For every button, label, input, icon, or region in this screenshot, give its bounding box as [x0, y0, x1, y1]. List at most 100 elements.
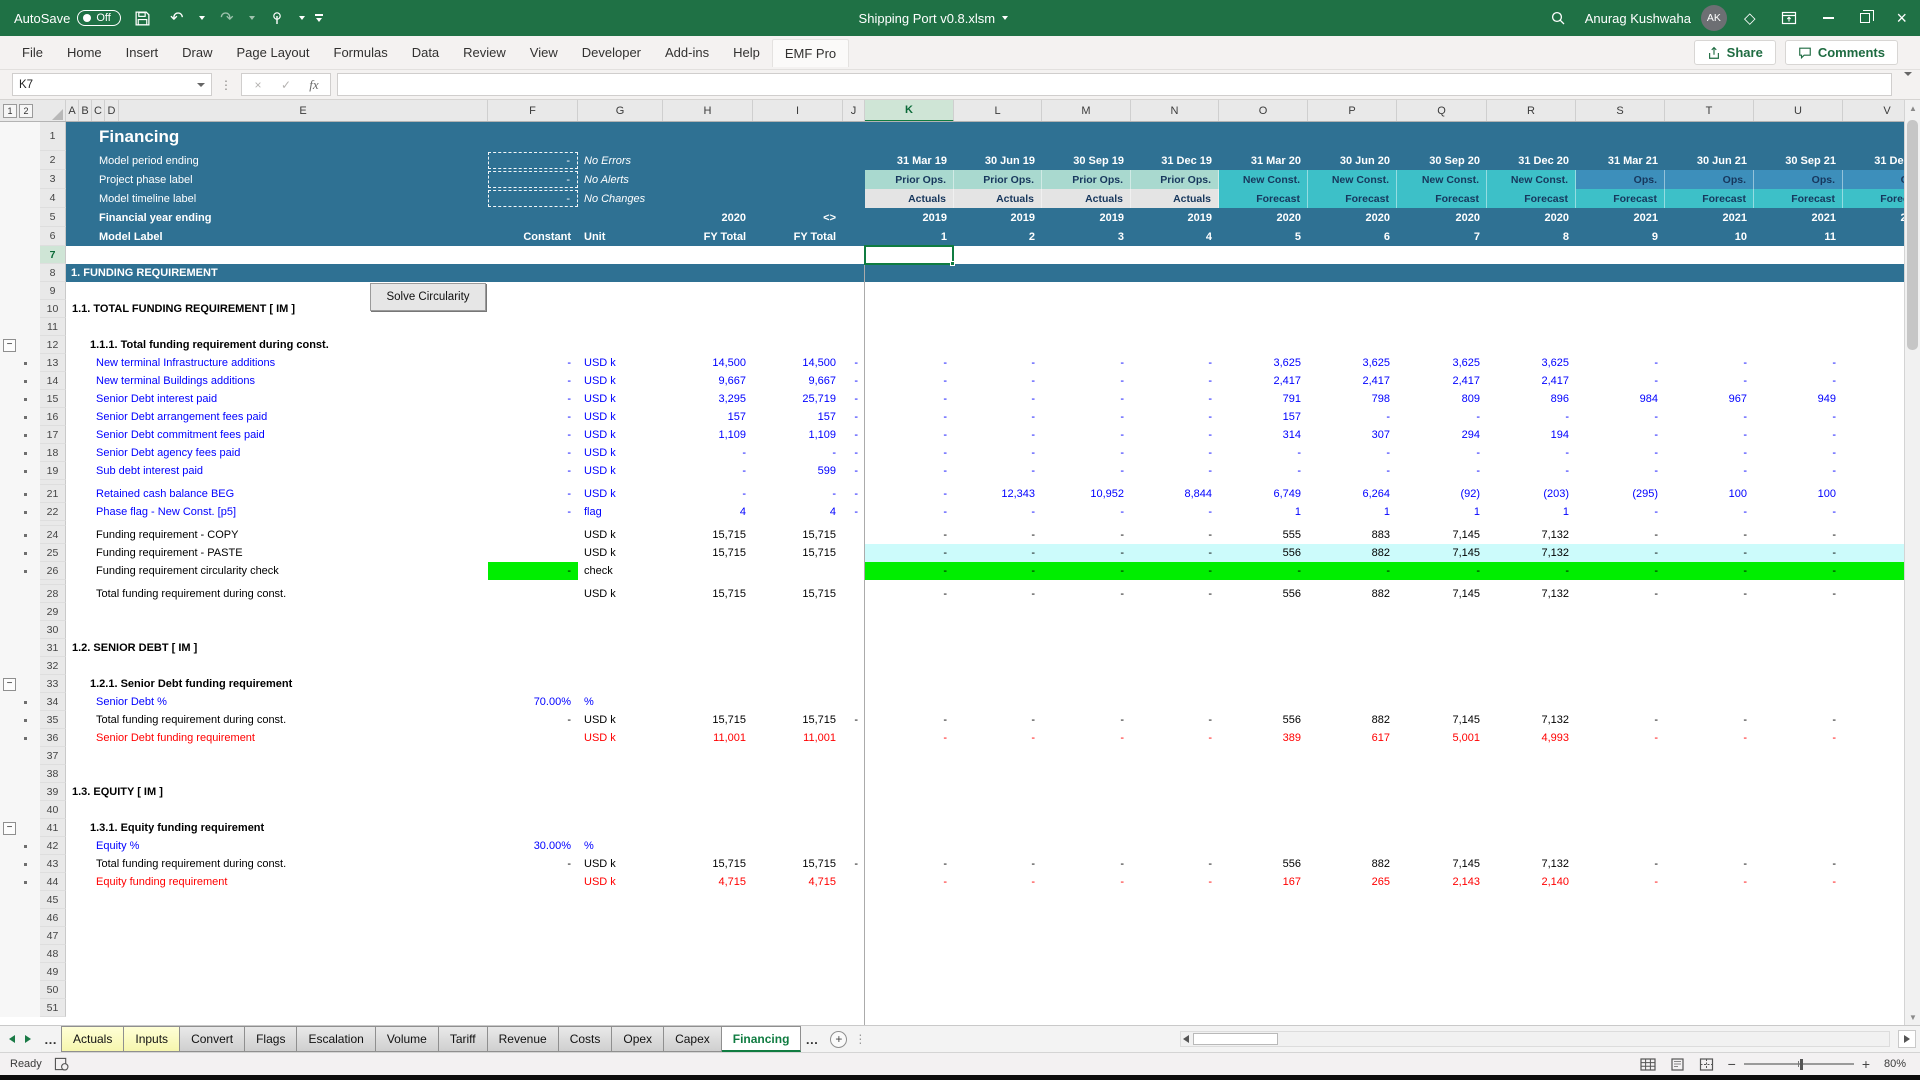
value-R15[interactable]: 896: [1487, 390, 1576, 408]
add-sheet-icon[interactable]: +: [830, 1031, 847, 1048]
row-header-31[interactable]: 31: [40, 639, 66, 657]
value-L15[interactable]: -: [954, 390, 1042, 408]
value-M17[interactable]: -: [1042, 426, 1131, 444]
value-S19[interactable]: -: [1576, 462, 1665, 480]
period-years-U[interactable]: 2021: [1754, 208, 1843, 227]
value-T15[interactable]: 967: [1665, 390, 1754, 408]
value-S15[interactable]: 984: [1576, 390, 1665, 408]
value-L36[interactable]: -: [954, 729, 1042, 747]
fy-total-2[interactable]: 15,715: [753, 855, 843, 873]
period-basis-T[interactable]: Forecast: [1665, 189, 1754, 208]
enter-check-icon[interactable]: ✓: [272, 78, 300, 92]
column-header-M[interactable]: M: [1042, 100, 1131, 122]
period-phase-S[interactable]: Ops.: [1576, 170, 1665, 189]
fill-handle[interactable]: [950, 261, 955, 266]
ribbon-tab-add-ins[interactable]: Add-ins: [653, 39, 721, 66]
fy-total-2[interactable]: 9,667: [753, 372, 843, 390]
column-header-P[interactable]: P: [1308, 100, 1397, 122]
ribbon-tab-home[interactable]: Home: [55, 39, 114, 66]
row-label[interactable]: New terminal Infrastructure additions: [66, 354, 488, 372]
collapse-group-button[interactable]: −: [3, 339, 16, 352]
row-label[interactable]: Senior Debt commitment fees paid: [66, 426, 488, 444]
period-years-T[interactable]: 2021: [1665, 208, 1754, 227]
selected-cell-K7[interactable]: [864, 245, 954, 265]
value-P19[interactable]: -: [1308, 462, 1397, 480]
cell-F26[interactable]: -: [488, 562, 578, 580]
fy-total-header[interactable]: FY Total: [663, 227, 753, 246]
cell-J21[interactable]: -: [843, 485, 865, 503]
column-header-J[interactable]: J: [843, 100, 865, 122]
value-L26[interactable]: -: [954, 562, 1042, 580]
period-dates-L[interactable]: 30 Jun 19: [954, 151, 1042, 170]
row-header-39[interactable]: 39: [40, 783, 66, 801]
period-periods-L[interactable]: 2: [954, 227, 1042, 246]
row-header-49[interactable]: 49: [40, 963, 66, 981]
unit-cell[interactable]: check: [578, 562, 663, 580]
value-Q44[interactable]: 2,143: [1397, 873, 1487, 891]
value-K17[interactable]: -: [865, 426, 954, 444]
value-M24[interactable]: -: [1042, 526, 1131, 544]
zoom-out-icon[interactable]: −: [1728, 1056, 1736, 1072]
fy-total-1[interactable]: 157: [663, 408, 753, 426]
column-header-A[interactable]: A: [66, 100, 79, 122]
sheet-tab-revenue[interactable]: Revenue: [488, 1026, 559, 1052]
value-S24[interactable]: -: [1576, 526, 1665, 544]
heading-2[interactable]: 1.3.1. Equity funding requirement: [66, 819, 488, 837]
column-header-D[interactable]: D: [105, 100, 119, 122]
period-basis-O[interactable]: Forecast: [1219, 189, 1308, 208]
value-M35[interactable]: -: [1042, 711, 1131, 729]
value-Q36[interactable]: 5,001: [1397, 729, 1487, 747]
row-header-5[interactable]: 5: [40, 208, 66, 227]
value-Q17[interactable]: 294: [1397, 426, 1487, 444]
value-Q13[interactable]: 3,625: [1397, 354, 1487, 372]
row-label[interactable]: Funding requirement - COPY: [66, 526, 488, 544]
period-basis-N[interactable]: Actuals: [1131, 189, 1219, 208]
value-M22[interactable]: -: [1042, 503, 1131, 521]
value-R36[interactable]: 4,993: [1487, 729, 1576, 747]
fy-total-2[interactable]: 4: [753, 503, 843, 521]
period-phase-V[interactable]: Ops.: [1843, 170, 1904, 189]
row-header-46[interactable]: 46: [40, 909, 66, 927]
row-header-6[interactable]: 6: [40, 227, 66, 246]
value-N22[interactable]: -: [1131, 503, 1219, 521]
value-M14[interactable]: -: [1042, 372, 1131, 390]
cell-F34[interactable]: 70.00%: [488, 693, 578, 711]
sheet-tab-flags[interactable]: Flags: [245, 1026, 297, 1052]
row-label[interactable]: Total funding requirement during const.: [66, 585, 488, 603]
value-K16[interactable]: -: [865, 408, 954, 426]
period-basis-K[interactable]: Actuals: [865, 189, 954, 208]
value-R24[interactable]: 7,132: [1487, 526, 1576, 544]
row-header-29[interactable]: 29: [40, 603, 66, 621]
row-label[interactable]: Senior Debt funding requirement: [66, 729, 488, 747]
period-dates-N[interactable]: 31 Dec 19: [1131, 151, 1219, 170]
value-K26[interactable]: -: [865, 562, 954, 580]
value-P36[interactable]: 617: [1308, 729, 1397, 747]
period-years-L[interactable]: 2019: [954, 208, 1042, 227]
row-label[interactable]: Retained cash balance BEG: [66, 485, 488, 503]
zoom-level[interactable]: 80%: [1878, 1058, 1906, 1070]
cell-F42[interactable]: 30.00%: [488, 837, 578, 855]
period-phase-Q[interactable]: New Const.: [1397, 170, 1487, 189]
row-header-32[interactable]: 32: [40, 657, 66, 675]
value-U28[interactable]: -: [1754, 585, 1843, 603]
row-header-35[interactable]: 35: [40, 711, 66, 729]
fy-total-2[interactable]: 25,719: [753, 390, 843, 408]
cell-F43[interactable]: -: [488, 855, 578, 873]
row-label[interactable]: Sub debt interest paid: [66, 462, 488, 480]
value-L21[interactable]: 12,343: [954, 485, 1042, 503]
value-K44[interactable]: -: [865, 873, 954, 891]
value-P28[interactable]: 882: [1308, 585, 1397, 603]
value-P26[interactable]: -: [1308, 562, 1397, 580]
zoom-in-icon[interactable]: +: [1862, 1056, 1870, 1072]
cell-F35[interactable]: -: [488, 711, 578, 729]
fy-total-1[interactable]: 15,715: [663, 585, 753, 603]
fy-total-1[interactable]: 9,667: [663, 372, 753, 390]
value-R26[interactable]: -: [1487, 562, 1576, 580]
value-R13[interactable]: 3,625: [1487, 354, 1576, 372]
row-header-22[interactable]: 22: [40, 503, 66, 521]
fy-total-1[interactable]: -: [663, 462, 753, 480]
row-header-44[interactable]: 44: [40, 873, 66, 891]
cell-J17[interactable]: -: [843, 426, 865, 444]
period-phase-U[interactable]: Ops.: [1754, 170, 1843, 189]
hscroll-left-icon[interactable]: [1183, 1035, 1189, 1043]
